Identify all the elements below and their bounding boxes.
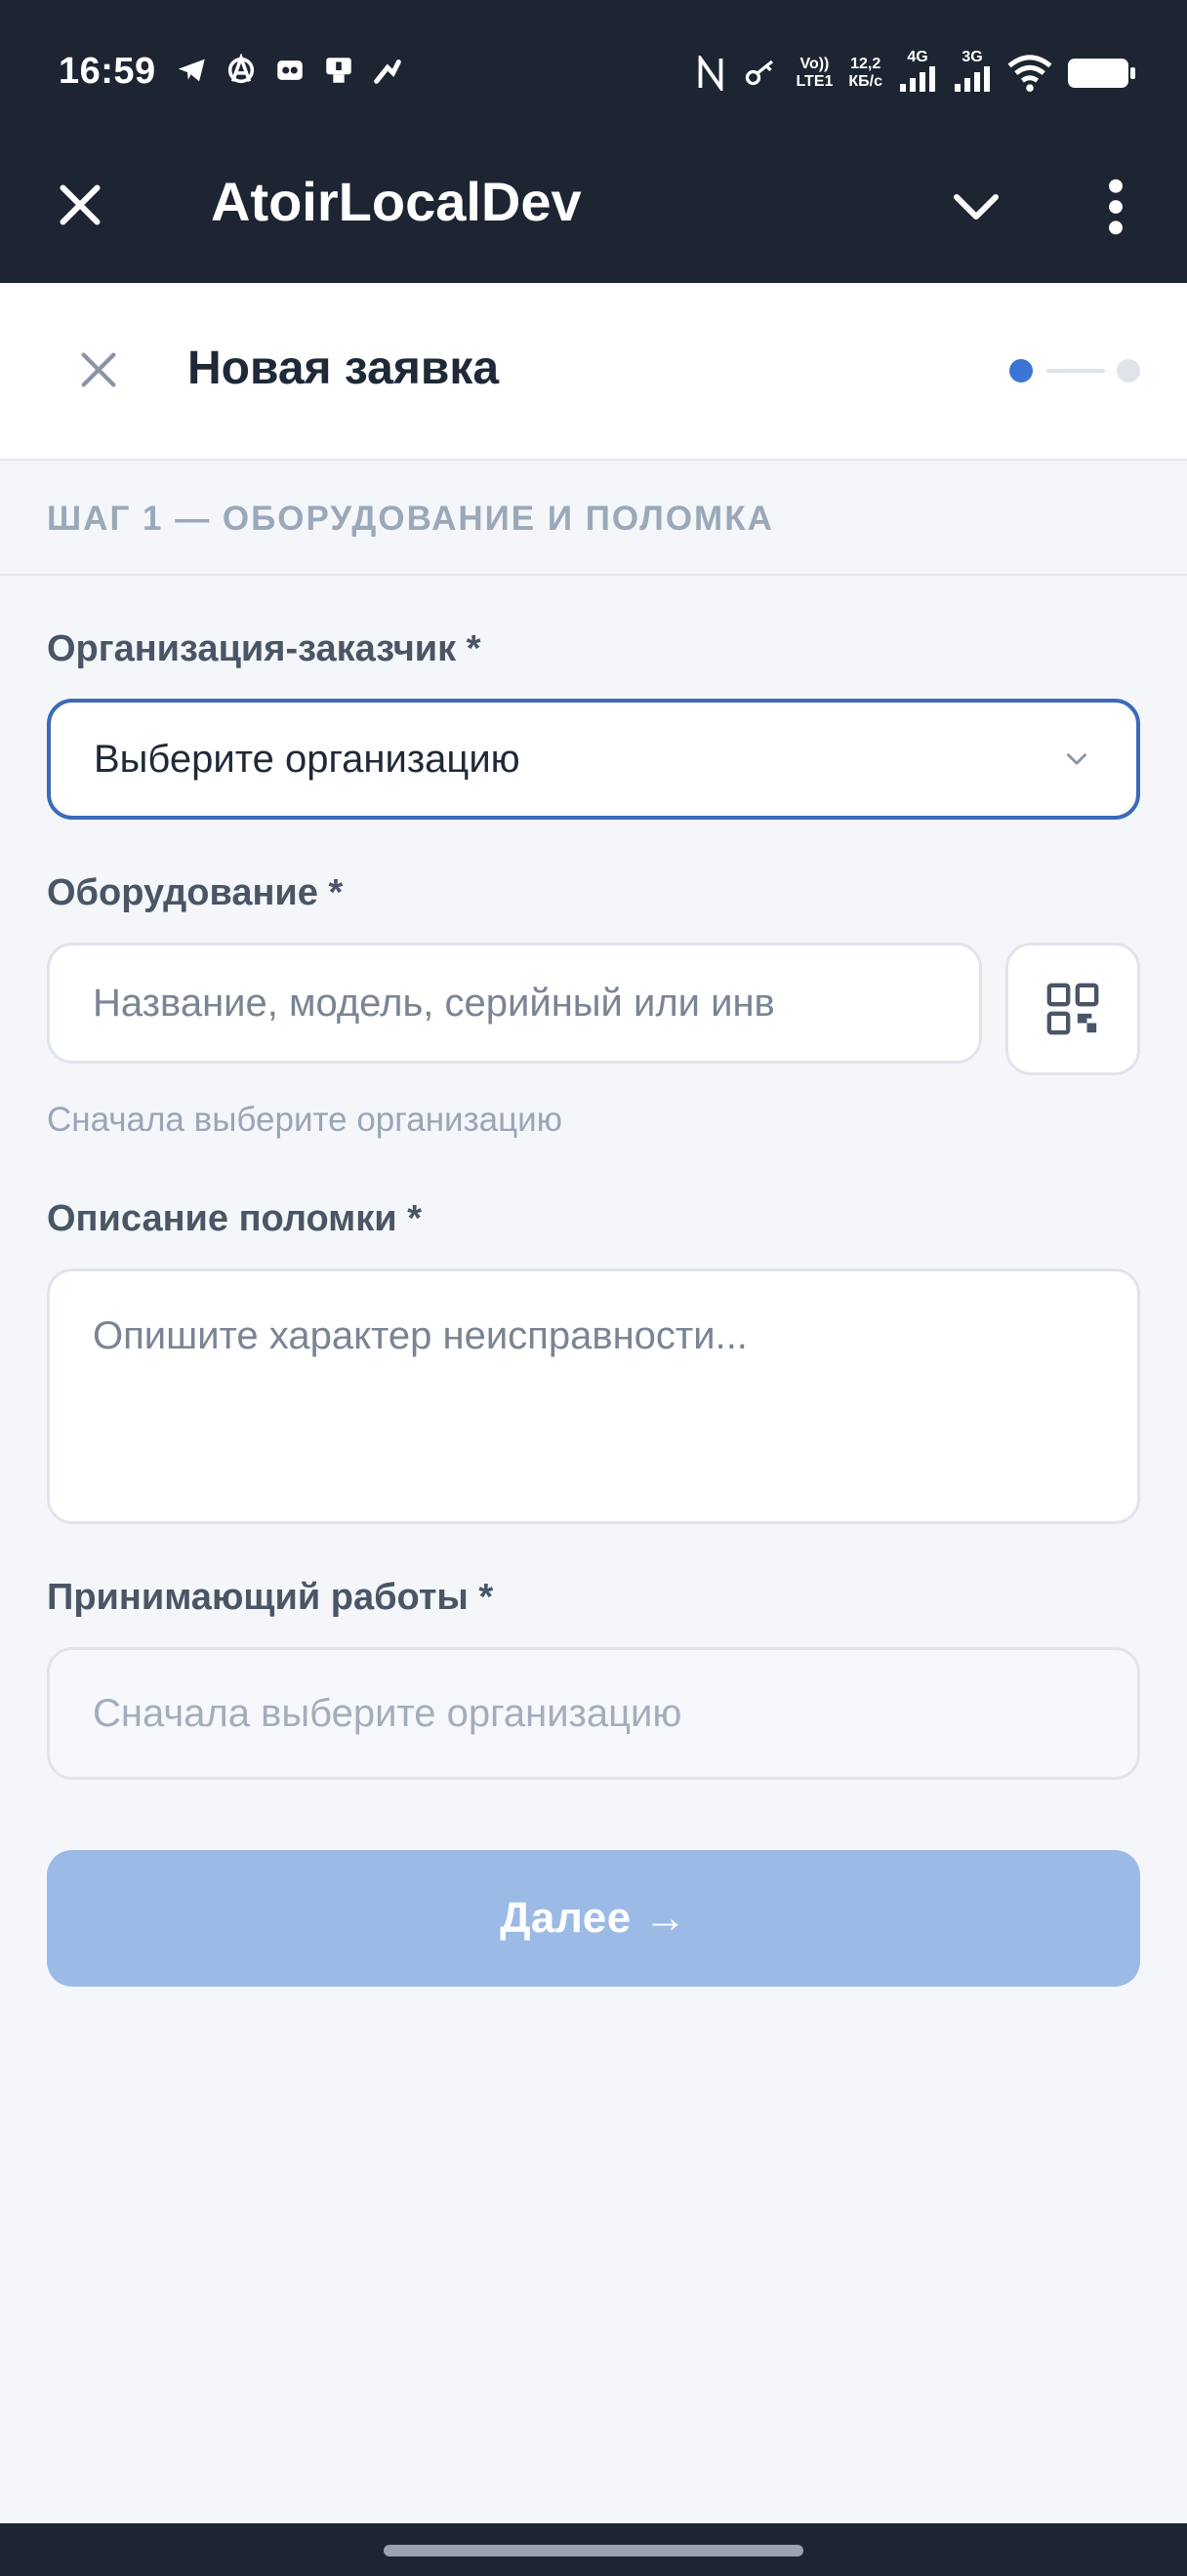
organization-value: Выберите организацию — [94, 737, 520, 781]
equipment-placeholder: Название, модель, серийный или инв — [93, 981, 775, 1025]
receiver-placeholder: Сначала выберите организацию — [93, 1691, 682, 1735]
chevron-down-icon[interactable] — [947, 178, 1005, 236]
status-right: Vo)) LTE1 12,2 КБ/с 4G 3G — [696, 49, 1135, 97]
qr-scan-button[interactable] — [1005, 943, 1140, 1075]
description-textarea[interactable]: Опишите характер неисправности... — [47, 1268, 1140, 1524]
equipment-label: Оборудование * — [47, 872, 344, 913]
battery-icon — [1068, 58, 1135, 88]
more-vert-icon[interactable] — [1098, 176, 1133, 238]
terminal-icon — [326, 58, 351, 83]
app-title: AtoirLocalDev — [211, 171, 582, 232]
step-connector — [1046, 369, 1105, 373]
step-dot-1 — [1009, 359, 1033, 382]
nfc-icon — [699, 55, 723, 91]
volte-label: Vo)) LTE1 — [796, 56, 833, 91]
close-icon[interactable] — [51, 176, 109, 234]
form-header: Новая заявка — [0, 283, 1187, 461]
navigation-bar — [0, 2523, 1187, 2576]
status-bar: 16:59 Vo)) LTE1 12,2 КБ/с 4G 3G — [0, 0, 1187, 137]
app-bar: AtoirLocalDev — [0, 137, 1187, 283]
equipment-hint: Сначала выберите организацию — [47, 1101, 562, 1139]
receiver-select[interactable]: Сначала выберите организацию — [47, 1647, 1140, 1780]
organization-label: Организация-заказчик * — [47, 628, 481, 669]
description-placeholder: Опишите характер неисправности... — [93, 1314, 748, 1357]
speed-unit: КБ/с — [848, 72, 882, 90]
app-icon — [277, 60, 303, 80]
page-title: Новая заявка — [187, 342, 500, 394]
description-label: Описание поломки * — [47, 1198, 423, 1239]
section-bar: ШАГ 1 — ОБОРУДОВАНИЕ И ПОЛОМКА — [0, 461, 1187, 576]
organization-select[interactable]: Выберите организацию — [47, 699, 1140, 820]
speed-label: 12,2 КБ/с — [848, 56, 882, 91]
notification-icons — [176, 54, 404, 87]
volte-bottom: LTE1 — [796, 72, 834, 90]
telegram-icon — [178, 59, 205, 82]
receiver-label: Принимающий работы * — [47, 1577, 494, 1618]
signal-1-label: 4G — [907, 49, 928, 65]
equipment-search-input[interactable]: Название, модель, серийный или инв — [47, 943, 982, 1064]
step-dot-2 — [1117, 359, 1140, 382]
status-time: 16:59 — [59, 51, 156, 92]
speed-value: 12,2 — [850, 55, 881, 72]
wifi-icon — [1007, 54, 1052, 92]
anarchy-icon — [227, 54, 255, 84]
key-icon — [746, 60, 774, 85]
signal-icon — [900, 66, 935, 92]
signal-2-label: 3G — [962, 49, 983, 65]
signal-1: 4G — [898, 49, 937, 97]
qr-code-icon — [1046, 983, 1099, 1035]
step-indicator — [1009, 359, 1140, 382]
chevron-down-icon — [1067, 753, 1086, 765]
section-title: ШАГ 1 — ОБОРУДОВАНИЕ И ПОЛОМКА — [47, 500, 774, 538]
volte-top: Vo)) — [799, 55, 830, 72]
signal-icon — [955, 66, 990, 92]
tool-icon — [374, 60, 401, 84]
close-icon[interactable] — [76, 347, 121, 392]
signal-2: 3G — [953, 49, 992, 97]
home-gesture-handle[interactable] — [384, 2545, 803, 2556]
next-button[interactable]: Далее → — [47, 1850, 1140, 1987]
